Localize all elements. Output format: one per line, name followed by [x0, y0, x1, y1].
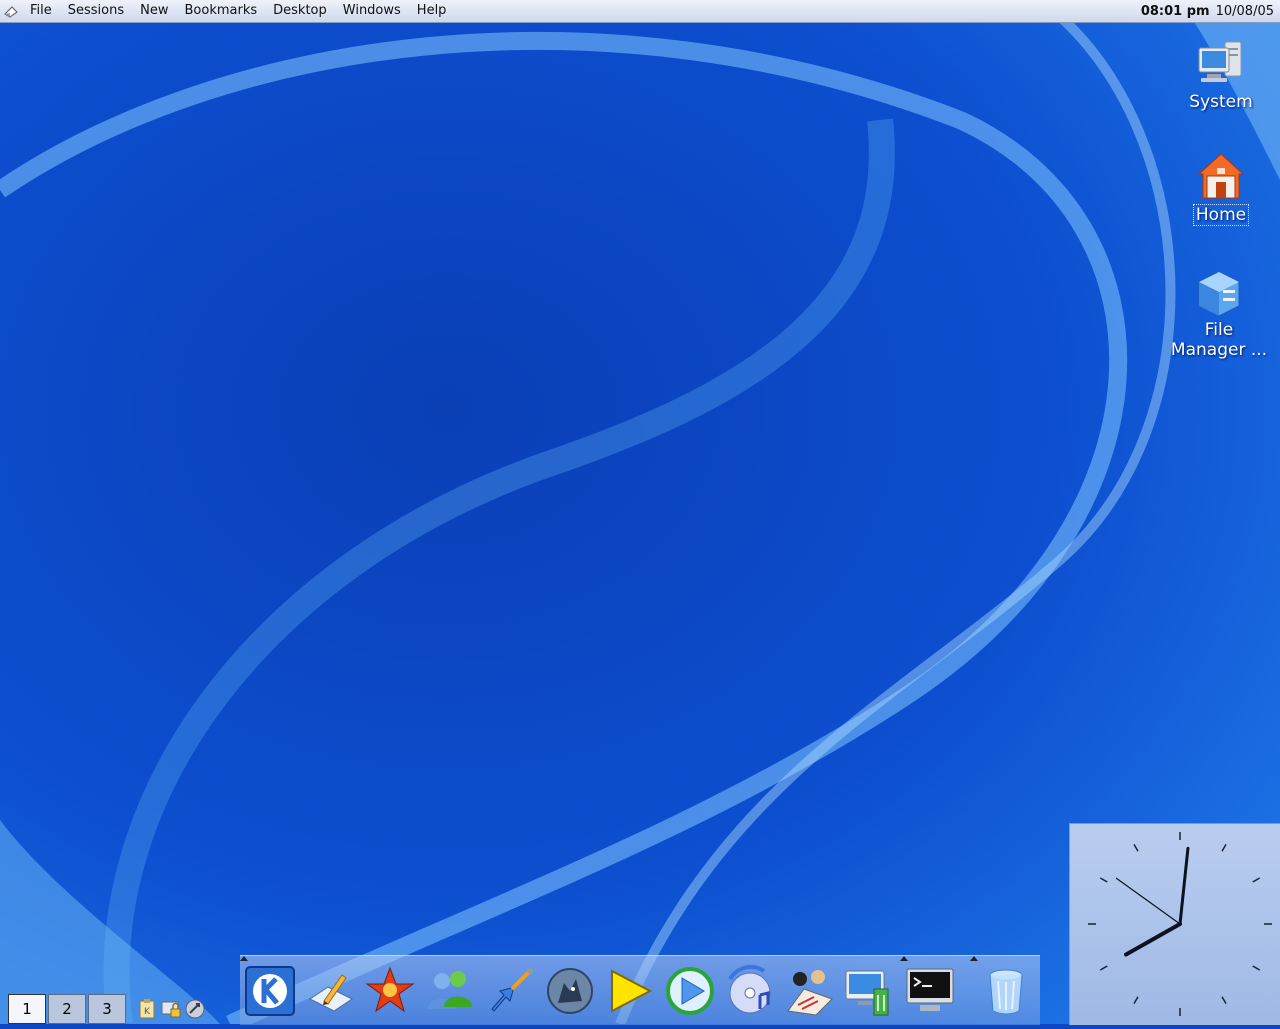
clock-face	[1088, 832, 1272, 1016]
media-player-icon[interactable]	[664, 965, 716, 1017]
menu-new[interactable]: New	[132, 0, 176, 22]
clock-hour-hand	[1124, 922, 1182, 957]
clock-tick	[1252, 877, 1261, 883]
home-folder-icon	[1197, 153, 1245, 199]
applet-menu-icon[interactable]	[0, 0, 22, 22]
menubar-clock[interactable]: 08:01 pm 10/08/05	[1141, 4, 1280, 19]
users-icon[interactable]	[424, 965, 476, 1017]
guitar-icon[interactable]	[484, 965, 536, 1017]
clock-tick	[1099, 965, 1108, 971]
bottom-dock	[240, 955, 1040, 1025]
menu-windows[interactable]: Windows	[335, 0, 409, 22]
desktop-icon-system-label: System	[1189, 92, 1253, 112]
clock-tick	[1099, 877, 1108, 883]
system-tray: K	[136, 998, 206, 1020]
desktop-icon-home-label: Home	[1192, 204, 1250, 226]
dock-arrow-mid[interactable]	[900, 956, 908, 961]
terminal-icon[interactable]	[904, 965, 956, 1017]
desktop-icon-file-manager-label-1: File	[1204, 320, 1234, 340]
menu-bookmarks[interactable]: Bookmarks	[177, 0, 266, 22]
cd-music-icon[interactable]	[724, 965, 776, 1017]
monitor-network-icon[interactable]	[844, 965, 896, 1017]
pager-desktop-1[interactable]: 1	[8, 994, 46, 1024]
dock-arrow-left[interactable]	[240, 956, 248, 961]
logout-icon[interactable]	[184, 998, 206, 1020]
clock-tick	[1252, 965, 1261, 971]
desktop-icon-file-manager-label-2: Manager ...	[1170, 340, 1268, 360]
dock-arrow-right[interactable]	[970, 956, 978, 961]
clock-tick	[1133, 996, 1139, 1005]
menu-sessions[interactable]: Sessions	[60, 0, 132, 22]
clock-date: 10/08/05	[1215, 3, 1274, 19]
wolf-icon[interactable]	[544, 965, 596, 1017]
clock-tick	[1221, 843, 1227, 852]
people-chat-icon[interactable]	[784, 965, 836, 1017]
clock-time: 08:01 pm	[1140, 3, 1210, 19]
desktop-icon-home[interactable]: Home	[1166, 152, 1276, 226]
desktop-pager: 1 2 3	[8, 994, 128, 1024]
desktop-icon-file-manager[interactable]: File Manager ...	[1164, 268, 1274, 360]
clock-minute-hand	[1178, 846, 1190, 926]
clock-tick	[1133, 843, 1139, 852]
clipboard-icon[interactable]: K	[136, 998, 158, 1020]
star-icon[interactable]	[364, 965, 416, 1017]
pager-desktop-3[interactable]: 3	[88, 994, 126, 1024]
file-manager-cube-icon	[1198, 271, 1240, 317]
yellow-play-icon[interactable]	[604, 965, 656, 1017]
analog-clock-widget[interactable]	[1069, 823, 1280, 1025]
top-menubar: File Sessions New Bookmarks Desktop Wind…	[0, 0, 1280, 23]
computer-icon	[1198, 41, 1242, 82]
menu-desktop[interactable]: Desktop	[265, 0, 335, 22]
menu-help[interactable]: Help	[409, 0, 455, 22]
lock-screen-icon[interactable]	[160, 998, 182, 1020]
trash-can-icon[interactable]	[980, 965, 1032, 1017]
desktop-icon-system[interactable]: System	[1166, 40, 1276, 112]
pager-desktop-2[interactable]: 2	[48, 994, 86, 1024]
clock-second-hand	[1115, 877, 1181, 925]
text-editor-icon[interactable]	[304, 965, 356, 1017]
clock-tick	[1221, 996, 1227, 1005]
kde-k-menu-icon[interactable]	[244, 965, 296, 1017]
menu-file[interactable]: File	[22, 0, 60, 22]
